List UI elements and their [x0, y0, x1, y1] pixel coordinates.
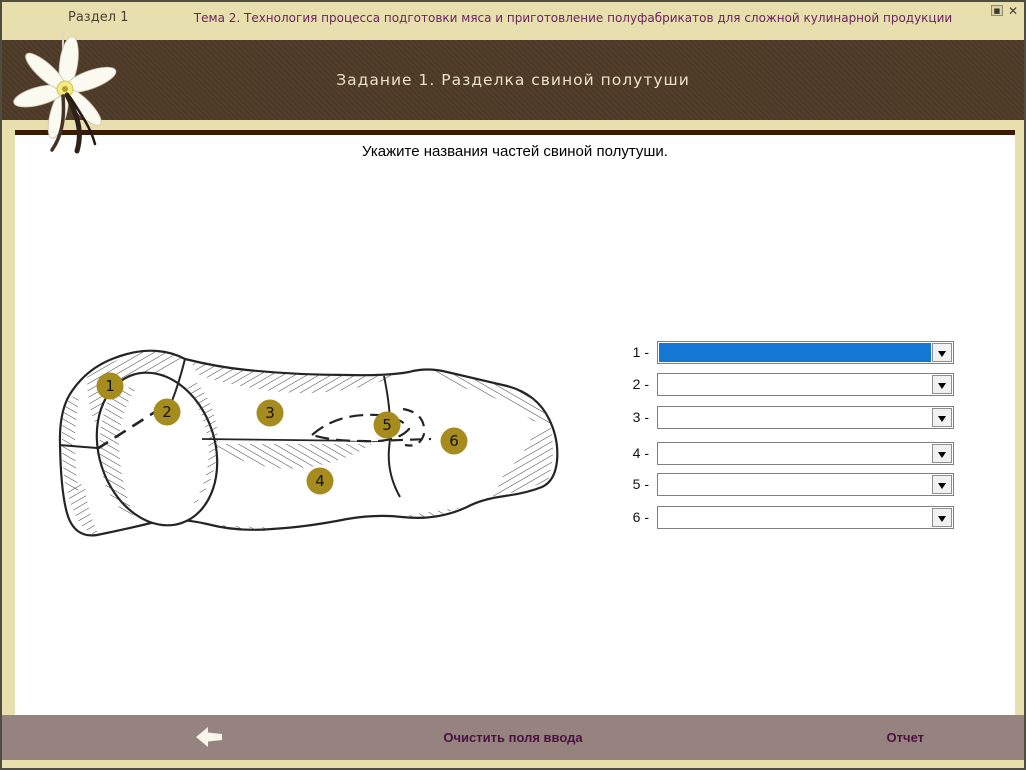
minimize-icon: ■ [994, 7, 1001, 15]
svg-text:6: 6 [449, 432, 459, 450]
content-area: Укажите названия частей свиной полутуши. [15, 135, 1015, 715]
close-button[interactable]: ✕ [1008, 5, 1018, 18]
diagram-marker-4: 4 [307, 468, 334, 495]
svg-text:5: 5 [382, 416, 392, 434]
dropdown-3-arrow-button[interactable] [932, 408, 952, 427]
dropdown-2-value[interactable] [659, 375, 931, 394]
footer-bar: Очистить поля ввода Отчет [2, 715, 1024, 760]
dropdown-3-value[interactable] [659, 408, 931, 427]
dropdown-label-4: 4 - [609, 442, 649, 465]
close-icon: ✕ [1008, 4, 1018, 18]
dropdown-4-value[interactable] [659, 444, 931, 463]
dropdown-1[interactable] [657, 341, 954, 364]
dropdown-2[interactable] [657, 373, 954, 396]
header-band: Задание 1. Разделка свиной полутуши [2, 40, 1024, 120]
diagram-marker-3: 3 [257, 400, 284, 427]
dropdown-4[interactable] [657, 442, 954, 465]
report-button[interactable]: Отчет [887, 730, 924, 745]
instruction-text: Укажите названия частей свиной полутуши. [15, 143, 1015, 160]
dropdown-label-1: 1 - [609, 341, 649, 364]
svg-text:2: 2 [162, 403, 172, 421]
chevron-down-icon [938, 452, 946, 462]
dropdown-6-arrow-button[interactable] [932, 508, 952, 527]
dropdown-label-6: 6 - [609, 506, 649, 529]
svg-text:1: 1 [105, 377, 115, 395]
vanilla-flower-icon [7, 29, 125, 154]
diagram-marker-1: 1 [97, 373, 124, 400]
chevron-down-icon [938, 351, 946, 361]
chevron-down-icon [938, 483, 946, 493]
dropdown-1-arrow-button[interactable] [932, 343, 952, 362]
diagram-marker-6: 6 [441, 428, 468, 455]
bottom-strip [2, 760, 1024, 770]
app-window: Раздел 1 Тема 2. Технология процесса под… [0, 0, 1026, 770]
dropdown-label-5: 5 - [609, 473, 649, 496]
diagram-marker-5: 5 [374, 412, 401, 439]
svg-text:4: 4 [315, 472, 325, 490]
dropdown-1-value[interactable] [659, 343, 931, 362]
dropdown-label-2: 2 - [609, 373, 649, 396]
clear-fields-button[interactable]: Очистить поля ввода [2, 730, 1024, 745]
dropdown-6[interactable] [657, 506, 954, 529]
svg-text:3: 3 [265, 404, 275, 422]
dropdown-2-arrow-button[interactable] [932, 375, 952, 394]
chevron-down-icon [938, 516, 946, 526]
diagram-marker-2: 2 [154, 399, 181, 426]
page-title: Задание 1. Разделка свиной полутуши [336, 71, 690, 89]
dropdown-3[interactable] [657, 406, 954, 429]
dropdown-5-arrow-button[interactable] [932, 475, 952, 494]
minimize-button[interactable]: ■ [991, 5, 1003, 16]
dropdown-5-value[interactable] [659, 475, 931, 494]
dropdown-5[interactable] [657, 473, 954, 496]
pig-carcass-diagram: 1 2 3 4 5 [57, 339, 592, 544]
menubar: Раздел 1 Тема 2. Технология процесса под… [2, 2, 1024, 39]
dropdown-4-arrow-button[interactable] [932, 444, 952, 463]
topic-title: Тема 2. Технология процесса подготовки м… [152, 11, 994, 25]
chevron-down-icon [938, 383, 946, 393]
window-controls: ■ ✕ [991, 5, 1018, 18]
dropdown-label-3: 3 - [609, 406, 649, 429]
menu-item-section[interactable]: Раздел 1 [68, 10, 128, 25]
chevron-down-icon [938, 416, 946, 426]
dropdown-6-value[interactable] [659, 508, 931, 527]
